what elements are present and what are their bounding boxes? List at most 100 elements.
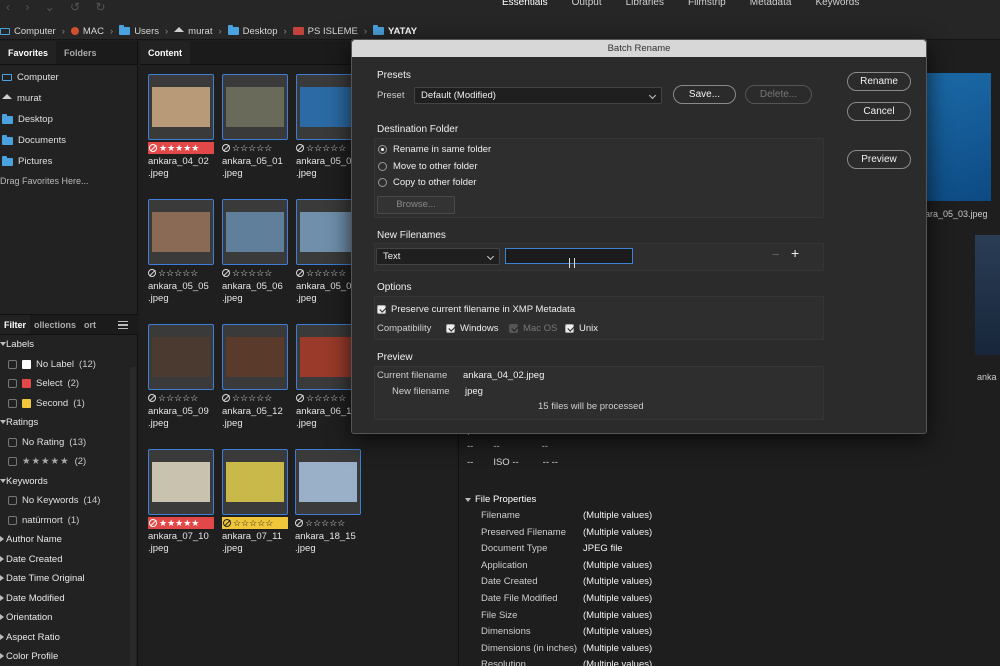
tab-content[interactable]: Content bbox=[140, 41, 190, 64]
filter-orientation[interactable]: Orientation bbox=[0, 608, 138, 628]
workspace-output[interactable]: Output bbox=[560, 0, 614, 8]
crumb-murat[interactable]: murat › bbox=[174, 26, 222, 37]
favorite-murat[interactable]: murat bbox=[0, 88, 137, 109]
radio-move-other-folder[interactable]: Move to other folder bbox=[378, 161, 478, 172]
remove-element-button[interactable]: − bbox=[772, 247, 780, 262]
reject-icon bbox=[148, 269, 156, 277]
thumbnail-ankara-05-09[interactable]: ☆☆☆☆☆ ankara_05_09 .jpeg bbox=[148, 324, 216, 430]
browse-button[interactable]: Browse... bbox=[377, 196, 455, 214]
filter-second[interactable]: Second (1) bbox=[0, 394, 138, 414]
windows-checkbox[interactable]: Windows bbox=[446, 323, 499, 334]
thumbnail-frame[interactable] bbox=[222, 449, 288, 515]
tab-folders[interactable]: Folders bbox=[56, 41, 105, 64]
filter-aspect-ratio[interactable]: Aspect Ratio bbox=[0, 628, 138, 648]
rating-stars[interactable]: ★★★★★ bbox=[148, 517, 214, 529]
radio-copy-other-folder[interactable]: Copy to other folder bbox=[378, 177, 476, 188]
filter-naturmort[interactable]: natürmort (1) bbox=[0, 511, 138, 531]
workspace-metadata[interactable]: Metadata bbox=[738, 0, 804, 8]
file-property-row: Dimensions (in inches) (Multiple values) bbox=[481, 642, 653, 654]
preview-image-2[interactable] bbox=[975, 235, 1000, 355]
favorite-desktop[interactable]: Desktop bbox=[0, 109, 137, 130]
thumbnail-ankara-05-01[interactable]: ☆☆☆☆☆ ankara_05_01 .jpeg bbox=[222, 74, 290, 180]
macos-checkbox[interactable]: Mac OS bbox=[509, 323, 557, 334]
nav-arrows[interactable]: ‹ › ⌄ ↺ ↻ bbox=[6, 0, 112, 14]
thumbnail-ankara-05-05[interactable]: ☆☆☆☆☆ ankara_05_05 .jpeg bbox=[148, 199, 216, 305]
thumbnail-frame[interactable] bbox=[148, 324, 214, 390]
radio-rename-same-folder[interactable]: Rename in same folder bbox=[378, 144, 491, 155]
thumbnail-ankara-05-12[interactable]: ☆☆☆☆☆ ankara_05_12 .jpeg bbox=[222, 324, 290, 430]
tab-collections[interactable]: ollections bbox=[30, 315, 80, 334]
thumbnail-frame[interactable] bbox=[222, 199, 288, 265]
rating-stars[interactable]: ☆☆☆☆☆ bbox=[222, 267, 290, 279]
preserve-filename-checkbox[interactable]: Preserve current filename in XMP Metadat… bbox=[377, 304, 575, 315]
rename-button[interactable]: Rename bbox=[847, 72, 911, 91]
filter-labels-header[interactable]: Labels bbox=[0, 335, 138, 355]
tab-favorites[interactable]: Favorites bbox=[0, 41, 57, 64]
rating-stars[interactable]: ☆☆☆☆☆ bbox=[148, 267, 216, 279]
unix-checkbox[interactable]: Unix bbox=[565, 323, 598, 334]
crumb-users[interactable]: Users › bbox=[119, 25, 168, 37]
filter-date-created[interactable]: Date Created bbox=[0, 550, 138, 570]
panel-menu-icon[interactable] bbox=[118, 321, 128, 329]
crumb-mac[interactable]: MAC › bbox=[70, 26, 113, 37]
crumb-desktop[interactable]: Desktop › bbox=[227, 25, 287, 37]
filter-date-time-original[interactable]: Date Time Original bbox=[0, 569, 138, 589]
filter-no-keywords[interactable]: No Keywords (14) bbox=[0, 491, 138, 511]
checkbox[interactable] bbox=[8, 457, 17, 467]
checkbox[interactable] bbox=[8, 379, 17, 389]
checkbox[interactable] bbox=[8, 515, 17, 525]
tab-export[interactable]: ort bbox=[80, 315, 100, 334]
thumbnail-ankara-04-02[interactable]: ★★★★★ ankara_04_02 .jpeg bbox=[148, 74, 216, 180]
workspace-keywords[interactable]: Keywords bbox=[803, 0, 871, 8]
file-properties-header[interactable]: File Properties bbox=[463, 492, 993, 508]
rating-stars[interactable]: ☆☆☆☆☆ bbox=[148, 392, 216, 404]
crumb-yatay[interactable]: YATAY bbox=[373, 25, 417, 37]
thumbnail-ankara-07-10[interactable]: ★★★★★ ankara_07_10 .jpeg bbox=[148, 449, 216, 555]
cancel-button[interactable]: Cancel bbox=[847, 102, 911, 121]
favorite-documents[interactable]: Documents bbox=[0, 130, 137, 151]
rating-stars[interactable]: ★★★★★ bbox=[148, 142, 214, 154]
thumbnail-frame[interactable] bbox=[222, 324, 288, 390]
filter-author-name[interactable]: Author Name bbox=[0, 530, 138, 550]
preview-button[interactable]: Preview bbox=[847, 150, 911, 169]
save-preset-button[interactable]: Save... bbox=[673, 85, 736, 104]
favorite-pictures[interactable]: Pictures bbox=[0, 151, 137, 172]
delete-preset-button[interactable]: Delete... bbox=[745, 85, 812, 104]
filter-date-modified[interactable]: Date Modified bbox=[0, 589, 138, 609]
thumbnail-frame[interactable] bbox=[148, 199, 214, 265]
add-element-button[interactable]: + bbox=[791, 245, 799, 261]
filter-no-label[interactable]: No Label (12) bbox=[0, 355, 138, 375]
rating-stars[interactable]: ☆☆☆☆☆ bbox=[222, 142, 290, 154]
thumbnail-ankara-05-06[interactable]: ☆☆☆☆☆ ankara_05_06 .jpeg bbox=[222, 199, 290, 305]
filter-keywords-header[interactable]: Keywords bbox=[0, 472, 138, 492]
filter-color-profile[interactable]: Color Profile bbox=[0, 647, 138, 666]
filter-ratings-header[interactable]: Ratings bbox=[0, 413, 138, 433]
thumbnail-frame[interactable] bbox=[148, 74, 214, 140]
filter-five-stars[interactable]: ★★★★★ (2) bbox=[0, 452, 138, 472]
checkbox[interactable] bbox=[8, 359, 17, 369]
rating-stars[interactable]: ☆☆☆☆☆ bbox=[222, 392, 290, 404]
checkmark-icon bbox=[377, 305, 386, 314]
checkbox[interactable] bbox=[8, 398, 17, 408]
thumbnail-ankara-07-11[interactable]: ☆☆☆☆☆ ankara_07_11 .jpeg bbox=[222, 449, 290, 555]
thumbnail-ankara-18-15[interactable]: ☆☆☆☆☆ ankara_18_15 .jpeg bbox=[295, 449, 363, 555]
checkbox[interactable] bbox=[8, 496, 17, 506]
filter-no-rating[interactable]: No Rating (13) bbox=[0, 433, 138, 453]
preset-select[interactable]: Default (Modified) bbox=[414, 87, 662, 104]
workspace-libraries[interactable]: Libraries bbox=[614, 0, 676, 8]
filename-element-select[interactable]: Text bbox=[376, 248, 500, 265]
workspace-filmstrip[interactable]: Filmstrip bbox=[676, 0, 738, 8]
workspace-essentials[interactable]: Essentials bbox=[490, 0, 560, 8]
favorite-computer[interactable]: Computer bbox=[0, 67, 137, 88]
rating-stars[interactable]: ☆☆☆☆☆ bbox=[295, 517, 363, 529]
checkbox[interactable] bbox=[8, 437, 17, 447]
filter-select[interactable]: Select (2) bbox=[0, 374, 138, 394]
thumbnail-frame[interactable] bbox=[148, 449, 214, 515]
rating-stars[interactable]: ☆☆☆☆☆ bbox=[222, 517, 288, 529]
thumbnail-frame[interactable] bbox=[295, 449, 361, 515]
tab-filter[interactable]: Filter bbox=[0, 315, 31, 334]
thumbnail-frame[interactable] bbox=[222, 74, 288, 140]
preview-image[interactable] bbox=[927, 73, 991, 201]
crumb-ps-isleme[interactable]: PS ISLEME › bbox=[292, 26, 367, 37]
crumb-computer[interactable]: Computer › bbox=[0, 26, 65, 37]
